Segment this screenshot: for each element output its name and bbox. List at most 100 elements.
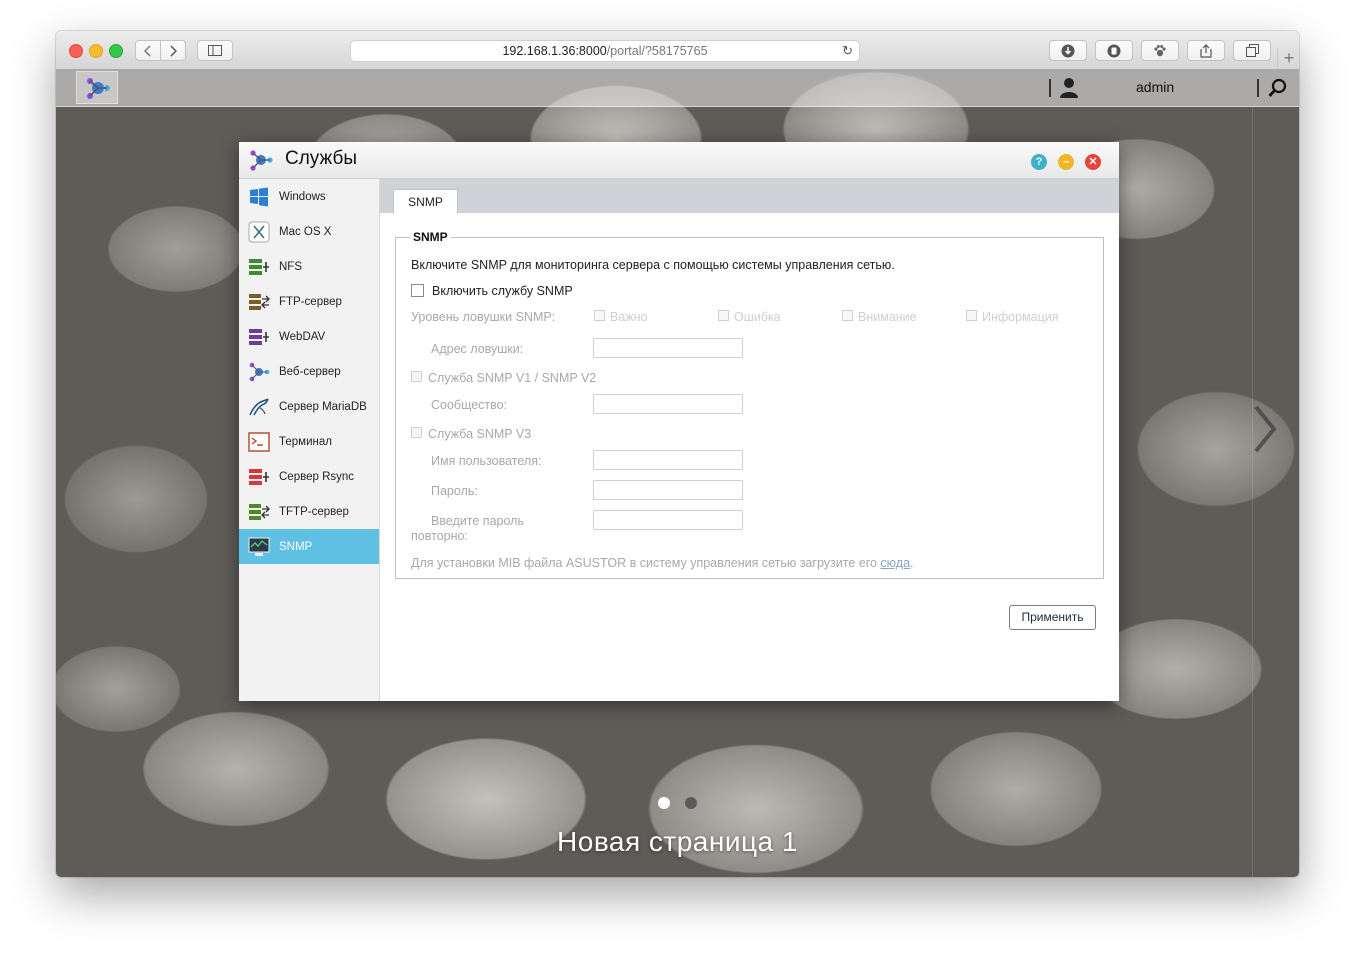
- sidebar-toggle-button[interactable]: [197, 40, 233, 61]
- page-dot-active[interactable]: [658, 797, 670, 809]
- address-bar[interactable]: 192.168.1.36:8000/portal/?58175765 ↻: [350, 40, 860, 62]
- snmp-v1v2-checkbox[interactable]: [411, 371, 422, 382]
- snmp-description: Включите SNMP для мониторинга сервера с …: [411, 258, 895, 272]
- sidebar-item-label: Терминал: [279, 435, 332, 448]
- password-confirm-label-line1: Введите пароль: [431, 514, 524, 528]
- sidebar-item-windows[interactable]: Windows: [239, 179, 379, 214]
- desktop-page-label: Новая страница 1: [557, 826, 798, 857]
- close-window-button[interactable]: [69, 44, 83, 58]
- trap-address-label: Адрес ловушки:: [431, 342, 524, 356]
- sidebar-item-label: TFTP-сервер: [279, 505, 349, 518]
- nfs-icon: [249, 258, 269, 275]
- url-path: /portal/?58175765: [606, 44, 708, 58]
- password-confirm-input[interactable]: [593, 510, 743, 530]
- snmp-group-legend: SNMP: [413, 230, 448, 244]
- minimize-window-button[interactable]: [89, 44, 103, 58]
- paw-extension-button[interactable]: [1141, 40, 1179, 61]
- taskbar-separator: [1049, 79, 1051, 97]
- minimize-icon: –: [1062, 156, 1070, 168]
- apply-button[interactable]: Применить: [1009, 605, 1096, 630]
- reload-icon[interactable]: ↻: [842, 41, 853, 61]
- trap-level-info-checkbox[interactable]: [966, 310, 977, 321]
- trap-level-error-checkbox[interactable]: [718, 310, 729, 321]
- help-button[interactable]: ?: [1031, 154, 1047, 170]
- ftp-server-icon: [249, 293, 270, 310]
- sidebar-item-rsync[interactable]: Сервер Rsync: [239, 459, 379, 494]
- user-icon[interactable]: [1058, 77, 1080, 99]
- sidebar-item-terminal[interactable]: Терминал: [239, 424, 379, 459]
- sidebar-item-label: NFS: [279, 260, 302, 273]
- mib-download-link[interactable]: сюда: [880, 556, 910, 570]
- sidebar-item-macosx[interactable]: Mac OS X: [239, 214, 379, 249]
- mib-download-text: Для установки MIB файла ASUSTOR в систем…: [411, 556, 914, 570]
- community-input[interactable]: [593, 394, 743, 414]
- username-field-label: Имя пользователя:: [431, 454, 542, 468]
- zoom-window-button[interactable]: [109, 44, 123, 58]
- sidebar-item-web-server[interactable]: Веб-сервер: [239, 354, 379, 389]
- trap-address-input[interactable]: [593, 338, 743, 358]
- tabs-icon: [1245, 44, 1259, 57]
- username-input[interactable]: [593, 450, 743, 470]
- snmp-v3-label: Служба SNMP V3: [428, 427, 532, 441]
- chevron-left-icon: [144, 44, 151, 57]
- extension-button[interactable]: [1095, 40, 1133, 61]
- trap-level-info-label: Информация: [982, 310, 1059, 324]
- sidebar-item-ftp[interactable]: FTP-сервер: [239, 284, 379, 319]
- download-icon: [1061, 44, 1075, 57]
- url-host: 192.168.1.36:8000: [502, 44, 607, 58]
- nas-taskbar: admin: [56, 69, 1299, 107]
- minimize-dialog-button[interactable]: –: [1058, 154, 1074, 170]
- password-input[interactable]: [593, 480, 743, 500]
- enable-snmp-checkbox[interactable]: [411, 284, 424, 297]
- close-dialog-button[interactable]: ✕: [1085, 154, 1101, 170]
- sidebar-item-mariadb[interactable]: Сервер MariaDB: [239, 389, 379, 424]
- taskbar-separator: [1257, 79, 1259, 97]
- search-icon[interactable]: [1268, 78, 1288, 98]
- trap-level-warning-checkbox[interactable]: [842, 310, 853, 321]
- windows-icon: [250, 187, 268, 206]
- help-icon: ?: [1035, 156, 1043, 168]
- mariadb-icon: [249, 397, 269, 415]
- community-label: Сообщество:: [431, 398, 508, 412]
- tftp-server-icon: [249, 503, 270, 520]
- services-app-launcher[interactable]: [76, 71, 118, 104]
- tabs-overview-button[interactable]: [1233, 40, 1271, 61]
- sidebar-item-snmp[interactable]: SNMP: [239, 529, 379, 564]
- terminal-icon: [248, 431, 270, 452]
- sidebar-item-label: Сервер Rsync: [279, 470, 355, 483]
- dialog-header: Службы ? – ✕: [239, 142, 1119, 179]
- tab-snmp[interactable]: SNMP: [393, 189, 458, 214]
- snmp-v3-checkbox[interactable]: [411, 427, 422, 438]
- sidebar-item-webdav[interactable]: WebDAV: [239, 319, 379, 354]
- enable-snmp-label[interactable]: Включить службу SNMP: [432, 284, 573, 298]
- sidebar-icon: [208, 45, 222, 56]
- new-tab-button[interactable]: +: [1277, 48, 1299, 69]
- trap-level-important-label: Важно: [610, 310, 648, 324]
- share-button[interactable]: [1187, 40, 1225, 61]
- sidebar-item-tftp[interactable]: TFTP-сервер: [239, 494, 379, 529]
- username-label[interactable]: admin: [1136, 79, 1174, 95]
- downloads-button[interactable]: [1049, 40, 1087, 61]
- desktop-edge-line: [1252, 107, 1253, 877]
- sidebar-item-nfs[interactable]: NFS: [239, 249, 379, 284]
- sidebar-item-label: Mac OS X: [279, 225, 332, 238]
- sidebar-item-label: Веб-сервер: [279, 365, 341, 378]
- forward-button[interactable]: [160, 40, 186, 61]
- back-button[interactable]: [135, 40, 161, 61]
- password-label: Пароль:: [431, 484, 478, 498]
- page-dot[interactable]: [685, 797, 697, 809]
- dialog-title: Службы: [285, 148, 357, 169]
- tab-strip: SNMP: [380, 179, 1119, 214]
- browser-toolbar: 192.168.1.36:8000/portal/?58175765 ↻ +: [56, 31, 1299, 70]
- chevron-right-icon: [170, 44, 177, 57]
- trap-level-error-label: Ошибка: [734, 310, 781, 324]
- shield-extension-icon: [1107, 44, 1121, 57]
- services-app-icon: [87, 78, 110, 99]
- services-sidebar: Windows Mac OS X NFS FTP-сервер WebDAV В…: [239, 179, 380, 701]
- password-confirm-label-line2: повторно:: [411, 529, 468, 543]
- next-page-arrow-icon[interactable]: [1252, 389, 1280, 469]
- sidebar-item-label: SNMP: [279, 540, 313, 553]
- trap-level-important-checkbox[interactable]: [594, 310, 605, 321]
- snmp-v1v2-label: Служба SNMP V1 / SNMP V2: [428, 371, 597, 385]
- close-icon: ✕: [1088, 156, 1098, 168]
